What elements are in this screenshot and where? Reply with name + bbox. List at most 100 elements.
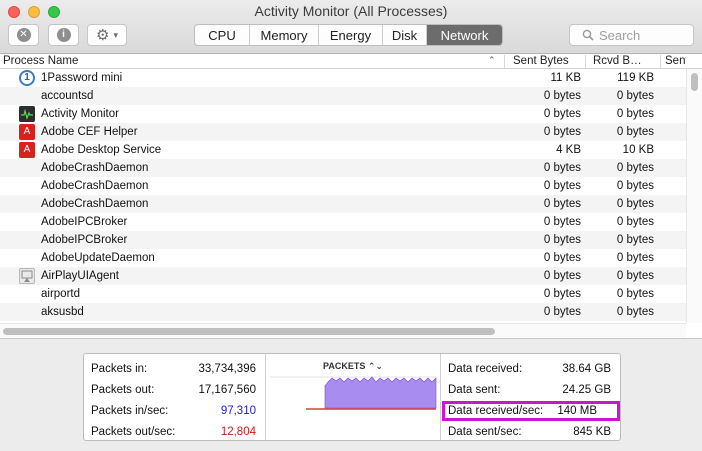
packets-in-sec-label: Packets in/sec: [91, 405, 169, 417]
packets-in-sec-value: 97,310 [220, 405, 256, 417]
horizontal-scrollbar[interactable] [0, 323, 686, 338]
rcvd-bytes-value: 0 bytes [616, 162, 654, 174]
chevron-down-icon: ▾ [113, 29, 118, 40]
process-name: Adobe CEF Helper [41, 126, 138, 138]
data-received-label: Data received: [448, 363, 523, 375]
packets-in-area [324, 376, 437, 409]
table-row[interactable]: A Adobe CEF Helper 0 bytes 0 bytes [0, 123, 686, 141]
x-circle-icon: ✕ [16, 28, 31, 42]
process-list: 1 1Password mini 11 KB 119 KB accountsd 0 byt… [0, 69, 686, 321]
search-field[interactable]: Search [569, 24, 694, 46]
sent-bytes-value: 4 KB [556, 144, 581, 156]
vertical-scrollbar[interactable] [686, 69, 702, 323]
info-icon: i [56, 28, 71, 42]
packets-in-label: Packets in: [91, 363, 148, 375]
airplay-icon [19, 268, 35, 284]
data-sent-sec-label: Data sent/sec: [448, 426, 522, 438]
process-name: Adobe Desktop Service [41, 144, 162, 156]
process-name: airportd [41, 288, 80, 300]
data-received-value: 38.64 GB [562, 363, 611, 375]
rcvd-bytes-value: 0 bytes [616, 270, 654, 282]
table-row[interactable]: AdobeIPCBroker 0 bytes 0 bytes [0, 213, 686, 231]
table-row[interactable]: A Adobe Desktop Service 4 KB 10 KB [0, 141, 686, 159]
rcvd-bytes-value: 0 bytes [616, 306, 654, 318]
process-name: AdobeUpdateDaemon [41, 252, 155, 264]
vertical-scroll-thumb[interactable] [691, 73, 698, 91]
sent-bytes-value: 0 bytes [543, 90, 581, 102]
rcvd-bytes-value: 0 bytes [616, 126, 654, 138]
tab-cpu[interactable]: CPU [195, 25, 249, 45]
data-stats: Data received: 38.64 GB Data sent: 24.25… [440, 354, 620, 440]
quit-process-button[interactable]: ✕ [8, 24, 39, 46]
table-row[interactable]: AirPlayUIAgent 0 bytes 0 bytes [0, 267, 686, 285]
column-header-rcvd-bytes[interactable]: Rcvd B… [585, 55, 659, 69]
sent-bytes-value: 0 bytes [543, 162, 581, 174]
activity-monitor-icon [19, 106, 35, 122]
data-sent-label: Data sent: [448, 384, 501, 396]
horizontal-scroll-thumb[interactable] [3, 328, 495, 335]
rcvd-bytes-value: 0 bytes [616, 234, 654, 246]
table-row[interactable]: Activity Monitor 0 bytes 0 bytes [0, 105, 686, 123]
column-header-process-name[interactable]: Process Name [3, 55, 483, 69]
process-name: AdobeCrashDaemon [41, 180, 149, 192]
packets-stats: Packets in: 33,734,396 Packets out: 17,1… [84, 354, 266, 440]
table-header: Process Name ⌃ Sent Bytes Rcvd B… Sent [0, 54, 702, 69]
adobe-icon: A [19, 142, 35, 158]
rcvd-bytes-value: 119 KB [617, 72, 654, 84]
tab-energy[interactable]: Energy [318, 25, 382, 45]
sent-bytes-value: 0 bytes [543, 270, 581, 282]
process-name: Activity Monitor [41, 108, 119, 120]
column-header-sent-packets[interactable]: Sent [660, 55, 686, 69]
inspect-process-button[interactable]: i [48, 24, 79, 46]
window-titlebar: Activity Monitor (All Processes) ✕ i ⚙ ▾… [0, 0, 702, 54]
process-name: aksusbd [41, 306, 84, 318]
packets-out-sec-label: Packets out/sec: [91, 426, 176, 438]
table-row[interactable]: aksusbd 0 bytes 0 bytes [0, 303, 686, 321]
data-received-sec-value: 140 MB [557, 405, 597, 417]
gear-icon: ⚙ [96, 26, 110, 44]
adobe-icon: A [19, 124, 35, 140]
table-row[interactable]: airportd 0 bytes 0 bytes [0, 285, 686, 303]
process-name: AdobeCrashDaemon [41, 198, 149, 210]
packets-out-sec-value: 12,804 [220, 426, 256, 438]
process-name: AdobeIPCBroker [41, 216, 128, 228]
process-name: AdobeIPCBroker [41, 234, 128, 246]
column-header-sent-bytes[interactable]: Sent Bytes [504, 55, 584, 69]
rcvd-bytes-value: 10 KB [622, 144, 654, 156]
packets-out-label: Packets out: [91, 384, 155, 396]
sort-ascending-icon: ⌃ [488, 55, 496, 65]
data-sent-value: 24.25 GB [562, 384, 611, 396]
packets-in-value: 33,734,396 [198, 363, 256, 375]
sent-bytes-value: 0 bytes [543, 288, 581, 300]
sent-bytes-value: 0 bytes [543, 252, 581, 264]
network-summary-panel: Packets in: 33,734,396 Packets out: 17,1… [83, 353, 621, 441]
sent-bytes-value: 0 bytes [543, 306, 581, 318]
rcvd-bytes-value: 0 bytes [616, 180, 654, 192]
view-tabs: CPU Memory Energy Disk Network [194, 24, 503, 46]
tab-network[interactable]: Network [426, 25, 502, 45]
rcvd-bytes-value: 0 bytes [616, 252, 654, 264]
table-row[interactable]: 1 1Password mini 11 KB 119 KB [0, 69, 686, 87]
packets-graph-plot [270, 376, 437, 410]
rcvd-bytes-value: 0 bytes [616, 198, 654, 210]
table-row[interactable]: AdobeCrashDaemon 0 bytes 0 bytes [0, 159, 686, 177]
table-row[interactable]: AdobeCrashDaemon 0 bytes 0 bytes [0, 195, 686, 213]
sent-bytes-value: 0 bytes [543, 234, 581, 246]
rcvd-bytes-value: 0 bytes [616, 288, 654, 300]
onepassword-icon: 1 [19, 70, 35, 86]
packets-out-value: 17,167,560 [198, 384, 256, 396]
table-row[interactable]: AdobeIPCBroker 0 bytes 0 bytes [0, 231, 686, 249]
rcvd-bytes-value: 0 bytes [616, 108, 654, 120]
sent-bytes-value: 0 bytes [543, 126, 581, 138]
table-row[interactable]: AdobeCrashDaemon 0 bytes 0 bytes [0, 177, 686, 195]
tab-memory[interactable]: Memory [249, 25, 318, 45]
sent-bytes-value: 0 bytes [543, 180, 581, 192]
action-menu-button[interactable]: ⚙ ▾ [87, 24, 127, 46]
search-placeholder: Search [599, 27, 641, 43]
data-sent-sec-value: 845 KB [573, 426, 611, 438]
process-name: AdobeCrashDaemon [41, 162, 149, 174]
table-row[interactable]: accountsd 0 bytes 0 bytes [0, 87, 686, 105]
table-row[interactable]: AdobeUpdateDaemon 0 bytes 0 bytes [0, 249, 686, 267]
process-table: Process Name ⌃ Sent Bytes Rcvd B… Sent 1… [0, 54, 702, 338]
tab-disk[interactable]: Disk [382, 25, 426, 45]
